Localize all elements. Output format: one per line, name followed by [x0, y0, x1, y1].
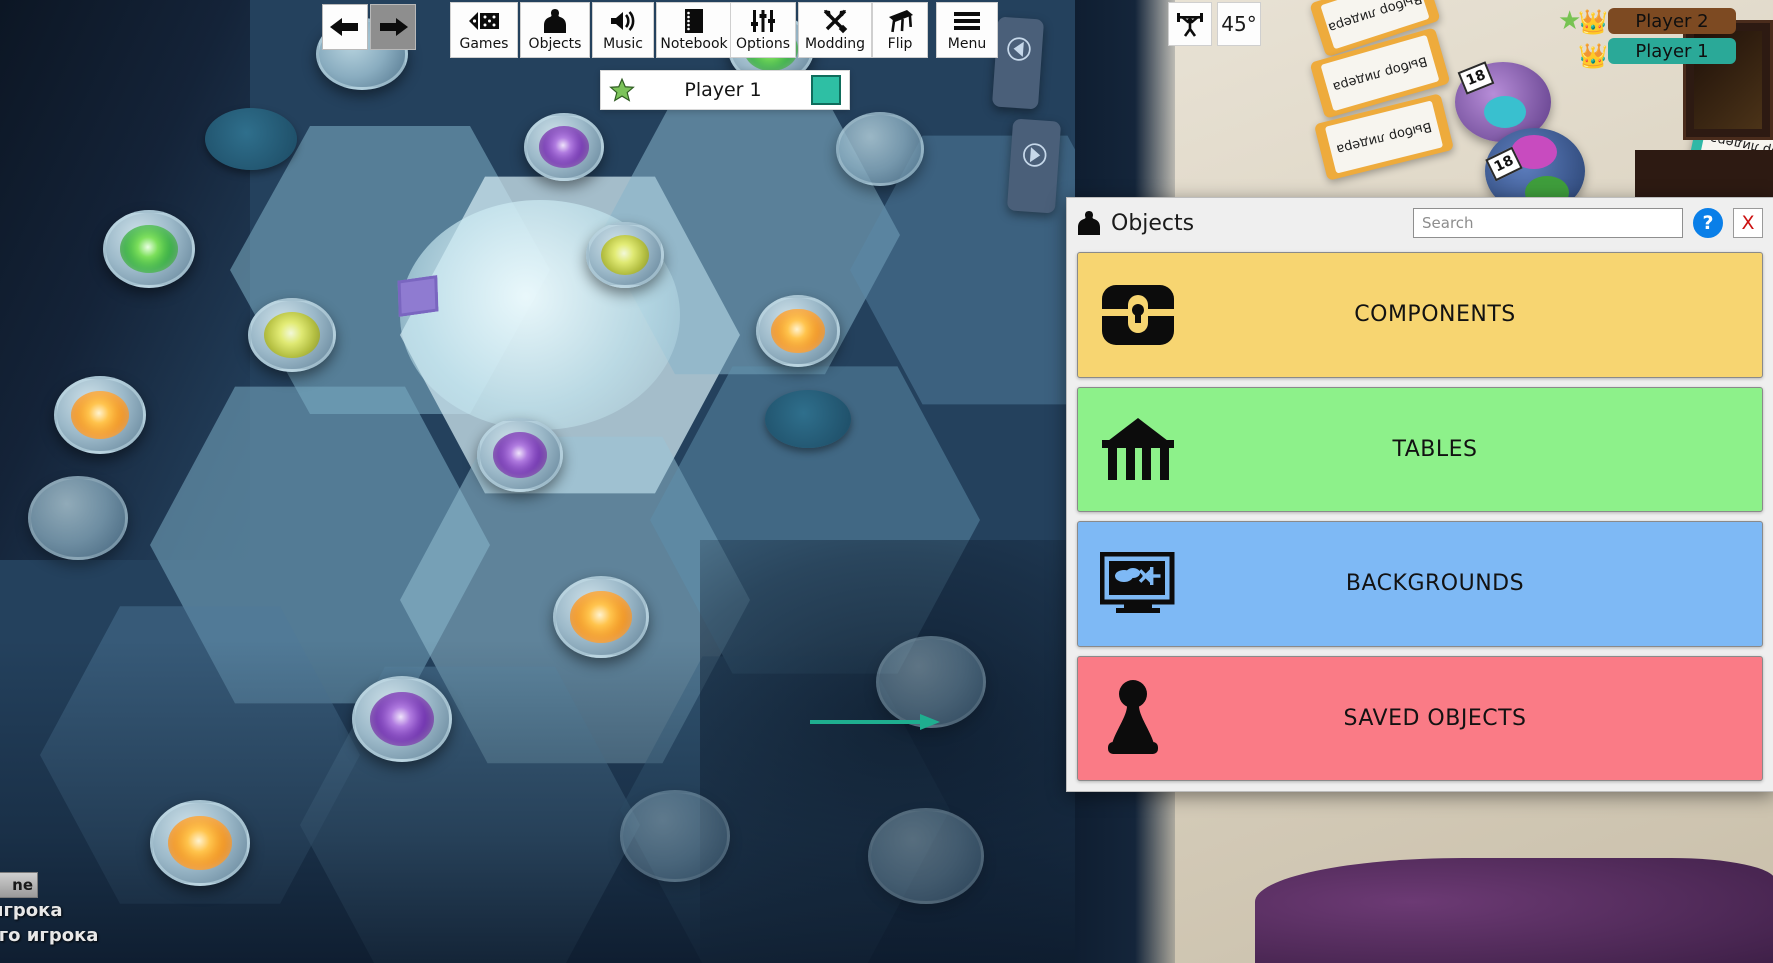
toolbar-button-notebook[interactable]: Notebook [656, 2, 732, 58]
piece-orange[interactable] [54, 376, 146, 454]
toolbar-label: Options [735, 36, 791, 52]
objects-panel-header: Objects ? X [1067, 198, 1773, 248]
player-plate-label: Player 2 [1635, 10, 1709, 32]
chat-tab-label: ne [12, 876, 33, 894]
hammer-wrench-icon [822, 7, 848, 35]
arrow-left-icon [330, 18, 358, 36]
close-label: X [1741, 212, 1755, 234]
snap-angle-button[interactable]: 45° [1217, 2, 1261, 46]
treasure-chest-icon [1100, 279, 1176, 351]
category-button-components[interactable]: COMPONENTS [1077, 252, 1763, 378]
undo-button[interactable] [322, 4, 368, 50]
toolbar-label: Flip [887, 36, 913, 52]
search-field[interactable] [1413, 208, 1683, 238]
turn-player-name: Player 1 [684, 79, 762, 101]
piece-plain[interactable] [28, 476, 128, 560]
turn-color-swatch[interactable] [811, 75, 841, 105]
app-root: Выбор лидера Выбор лидера Выбор лидера В… [0, 0, 1773, 963]
category-button-backgrounds[interactable]: BACKGROUNDS [1077, 521, 1763, 647]
hamburger-icon [953, 7, 981, 35]
player-plate-label: Player 1 [1635, 40, 1709, 62]
purple-tile-marker[interactable] [397, 275, 439, 317]
objects-panel-body: COMPONENTS TABLES BACKGROUNDS SAVED OBJE… [1067, 248, 1773, 791]
toolbar-button-music[interactable]: Music [592, 2, 654, 58]
redo-button[interactable] [370, 4, 416, 50]
piece-plain[interactable] [868, 808, 984, 904]
bush-token[interactable] [205, 108, 297, 170]
weightlifter-icon [1177, 13, 1203, 37]
player-plate-2[interactable]: Player 2 [1608, 8, 1736, 34]
turn-indicator-bar[interactable]: Player 1 [600, 70, 850, 110]
piece-orange[interactable] [756, 295, 840, 367]
piece-orange[interactable] [150, 800, 250, 886]
piece-purple[interactable] [477, 418, 563, 492]
purple-cloth [1255, 858, 1773, 963]
crown-icon: 👑 [1578, 42, 1608, 70]
notebook-icon [683, 7, 705, 35]
toolbar-label: Modding [804, 36, 866, 52]
category-label: TABLES [1392, 436, 1478, 462]
toolbar-button-modding[interactable]: Modding [798, 2, 872, 58]
star-icon [609, 77, 635, 102]
toolbar-button-games[interactable]: Games [450, 2, 518, 58]
green-arrow-annotation [810, 714, 940, 730]
snap-angle-value: 45° [1221, 12, 1257, 36]
piece-purple[interactable] [524, 113, 604, 181]
objects-panel-title: Objects [1111, 210, 1195, 236]
top-toolbar: Games Objects Music Notebook Options Mod… [0, 0, 1100, 60]
toolbar-label: Objects [528, 36, 582, 52]
gravity-toggle-button[interactable] [1168, 2, 1212, 46]
toolbar-button-flip[interactable]: Flip [872, 2, 928, 58]
category-label: COMPONENTS [1354, 302, 1516, 328]
table-icon [1100, 416, 1176, 482]
help-button[interactable]: ? [1693, 208, 1723, 238]
table-flip-icon [885, 7, 915, 35]
pawn-icon [1100, 678, 1166, 758]
help-label: ? [1702, 212, 1714, 234]
toolbar-label: Games [459, 36, 509, 52]
dice-icon [467, 7, 501, 35]
toolbar-button-menu[interactable]: Menu [936, 2, 998, 58]
piece-yellow[interactable] [586, 222, 664, 288]
category-label: BACKGROUNDS [1345, 571, 1525, 597]
piece-plain[interactable] [620, 790, 730, 882]
meeple-icon [1078, 211, 1100, 235]
piece-yellow[interactable] [248, 298, 336, 372]
bush-token[interactable] [765, 390, 851, 448]
category-label: SAVED OBJECTS [1343, 705, 1527, 731]
piece-plain[interactable] [836, 112, 924, 186]
side-tab-second[interactable] [1006, 118, 1062, 214]
toolbar-label: Menu [947, 36, 987, 52]
collapse-right-icon [1023, 143, 1047, 167]
chat-line: ного игрока [0, 900, 63, 921]
toolbar-button-options[interactable]: Options [730, 2, 796, 58]
category-button-tables[interactable]: TABLES [1077, 386, 1763, 512]
piece-purple[interactable] [352, 676, 452, 762]
search-input[interactable] [1422, 214, 1674, 232]
toolbar-button-objects[interactable]: Objects [520, 2, 590, 58]
objects-panel: Objects ? X [1066, 197, 1773, 792]
toolbar-label: Notebook [660, 36, 728, 52]
close-button[interactable]: X [1733, 208, 1763, 238]
chat-line: чневого игрока [0, 925, 99, 946]
category-button-saved-objects[interactable]: SAVED OBJECTS [1077, 655, 1763, 781]
speaker-icon [608, 7, 638, 35]
monitor-picture-icon [1100, 551, 1178, 616]
toolbar-label: Music [603, 36, 643, 52]
sliders-icon [750, 7, 776, 35]
chat-tab[interactable]: ne [0, 872, 38, 898]
meeple-icon [543, 7, 567, 35]
player-plate-1[interactable]: Player 1 [1608, 38, 1736, 64]
crown-icon: 👑 [1578, 8, 1608, 36]
piece-orange[interactable] [553, 576, 649, 658]
piece-green[interactable] [103, 210, 195, 288]
arrow-right-icon [380, 18, 408, 36]
